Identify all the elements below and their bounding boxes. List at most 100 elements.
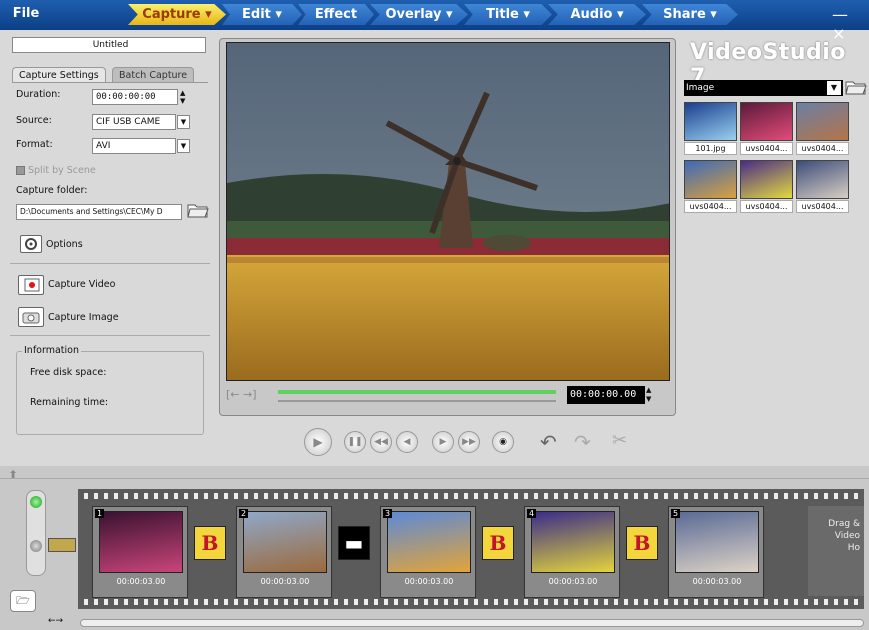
folder-open-icon[interactable] xyxy=(844,76,868,96)
step-capture[interactable]: Capture ▾ xyxy=(128,4,226,25)
duration-spinner-icon[interactable]: ▲ ▼ xyxy=(180,89,190,105)
library-thumbnail[interactable] xyxy=(796,102,849,141)
capture-video-icon[interactable] xyxy=(18,275,44,295)
redo-icon[interactable]: ↷ xyxy=(574,430,591,454)
step-overlay[interactable]: Overlay ▾ xyxy=(370,4,468,25)
clip-thumbnail[interactable] xyxy=(675,511,759,573)
transition-effect[interactable]: B xyxy=(482,526,514,560)
chevron-down-icon[interactable]: ▼ xyxy=(177,115,190,129)
next-frame-icon[interactable]: ▶ xyxy=(432,431,454,453)
clip-thumbnail[interactable] xyxy=(99,511,183,573)
library-item[interactable]: uvs0404... xyxy=(796,102,849,155)
trim-bar[interactable] xyxy=(278,400,556,402)
format-select[interactable]: AVI xyxy=(92,138,176,154)
capture-image-icon[interactable] xyxy=(18,307,44,327)
tab-capture-settings[interactable]: Capture Settings xyxy=(12,67,106,82)
horizontal-scrollbar[interactable] xyxy=(80,619,864,627)
timeline-view-icon[interactable] xyxy=(30,540,42,552)
play-icon[interactable]: ▶ xyxy=(304,428,332,456)
clip-duration: 00:00:03.00 xyxy=(260,577,310,586)
chevron-down-icon[interactable]: ▼ xyxy=(177,139,190,153)
step-title[interactable]: Title ▾ xyxy=(464,4,552,25)
window-controls[interactable]: — × xyxy=(832,5,862,43)
library-item[interactable]: uvs0404... xyxy=(684,160,737,213)
library-thumbnail[interactable] xyxy=(684,102,737,141)
information-group xyxy=(16,351,204,435)
capture-video-button[interactable]: Capture Video xyxy=(48,279,115,290)
storyboard-view-icon[interactable] xyxy=(30,496,42,508)
clip-thumbnail[interactable] xyxy=(531,511,615,573)
storyboard-clip[interactable]: 2 00:00:03.00 xyxy=(236,506,332,598)
library-item[interactable]: uvs0404... xyxy=(740,160,793,213)
tab-divider xyxy=(12,82,208,83)
transition-effect[interactable]: ▬ xyxy=(338,526,370,560)
library-item-name: uvs0404... xyxy=(796,142,849,155)
capture-folder-field[interactable]: D:\Documents and Settings\CEC\My D xyxy=(16,204,182,220)
home-icon[interactable]: ◀◀ xyxy=(370,431,392,453)
capture-panel: Untitled Capture Settings Batch Capture … xyxy=(4,33,214,441)
information-title: Information xyxy=(22,345,81,356)
step-edit[interactable]: Edit ▾ xyxy=(222,4,302,25)
zoom-arrows-icon[interactable]: ←→ xyxy=(48,616,78,628)
step-title-label: Title xyxy=(486,7,519,22)
pause-icon[interactable]: ❚❚ xyxy=(344,431,366,453)
library-thumbnail[interactable] xyxy=(796,160,849,199)
volume-icon[interactable]: ◉ xyxy=(492,431,514,453)
prev-frame-icon[interactable]: ◀ xyxy=(396,431,418,453)
options-icon[interactable] xyxy=(20,235,42,253)
library-item-name: 101.jpg xyxy=(684,142,737,155)
clip-thumbnail[interactable] xyxy=(387,511,471,573)
free-disk-label: Free disk space: xyxy=(30,367,107,378)
timecode-spinner-icon[interactable]: ▲ ▼ xyxy=(646,386,656,404)
dash-icon: ▬ xyxy=(344,531,364,555)
storyboard-clip[interactable]: 5 00:00:03.00 xyxy=(668,506,764,598)
clip-duration: 00:00:03.00 xyxy=(692,577,742,586)
storyboard-clip[interactable]: 3 00:00:03.00 xyxy=(380,506,476,598)
drag-hint-line: Ho xyxy=(847,543,860,553)
clip-number: 3 xyxy=(383,509,393,518)
open-folder-icon[interactable]: 🗁 xyxy=(10,590,36,612)
undo-icon[interactable]: ↶ xyxy=(540,430,557,454)
library-item-name: uvs0404... xyxy=(796,200,849,213)
duration-field[interactable]: 00:00:00:00 xyxy=(92,89,178,105)
remaining-time-label: Remaining time: xyxy=(30,397,109,408)
minimize-icon[interactable]: — xyxy=(832,5,848,24)
clip-thumbnail[interactable] xyxy=(243,511,327,573)
step-effect[interactable]: Effect xyxy=(298,4,374,25)
file-menu[interactable]: File xyxy=(6,4,46,24)
capture-image-button[interactable]: Capture Image xyxy=(48,312,119,323)
divider xyxy=(10,263,210,264)
folder-open-icon[interactable] xyxy=(186,199,210,219)
step-overlay-label: Overlay xyxy=(385,7,442,22)
library-item[interactable]: uvs0404... xyxy=(740,102,793,155)
storyboard-clip[interactable]: 4 00:00:03.00 xyxy=(524,506,620,598)
library-item[interactable]: 101.jpg xyxy=(684,102,737,155)
end-icon[interactable]: ▶▶ xyxy=(458,431,480,453)
tab-batch-capture[interactable]: Batch Capture xyxy=(112,67,195,82)
library-thumbnail[interactable] xyxy=(740,102,793,141)
chevron-down-icon[interactable]: ▼ xyxy=(827,81,841,95)
clip-duration: 00:00:03.00 xyxy=(116,577,166,586)
step-share[interactable]: Share ▾ xyxy=(642,4,738,25)
library-category-select[interactable]: Image xyxy=(684,80,843,96)
step-audio-label: Audio xyxy=(570,7,613,22)
step-audio[interactable]: Audio ▾ xyxy=(548,4,646,25)
mark-in-out-icon[interactable]: [← →] xyxy=(226,388,266,406)
split-by-scene-checkbox[interactable] xyxy=(16,166,25,175)
storyboard-track: 1 00:00:03.00 B 2 00:00:03.00 ▬ 3 00:00:03.00 B 4… xyxy=(92,506,792,598)
library-thumbnail[interactable] xyxy=(740,160,793,199)
transition-effect[interactable]: B xyxy=(194,526,226,560)
library-item[interactable]: uvs0404... xyxy=(796,160,849,213)
settings-icon[interactable]: ✂ xyxy=(612,430,627,451)
library-thumbnail[interactable] xyxy=(684,160,737,199)
storyboard-clip[interactable]: 1 00:00:03.00 xyxy=(92,506,188,598)
film-perforation xyxy=(78,599,864,605)
transition-effect[interactable]: B xyxy=(626,526,658,560)
project-title[interactable]: Untitled xyxy=(12,37,206,53)
options-button[interactable]: Options xyxy=(46,239,83,250)
collapse-arrow-icon[interactable]: ⬆ xyxy=(8,468,18,482)
source-select[interactable]: CIF USB CAME xyxy=(92,114,176,130)
library-item-name: uvs0404... xyxy=(684,200,737,213)
scrub-bar[interactable] xyxy=(278,390,556,394)
timecode-display[interactable]: 00:00:00.00 xyxy=(567,386,645,404)
